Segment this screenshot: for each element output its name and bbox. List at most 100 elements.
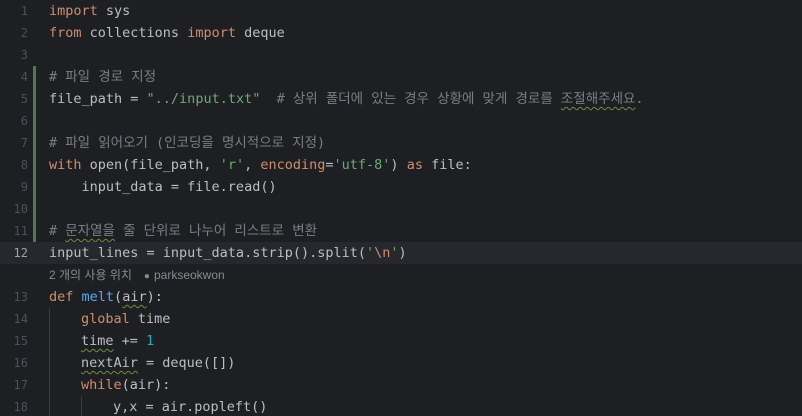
code-token: sys [97, 3, 131, 19]
code-token: deque [235, 25, 285, 41]
comment-text[interactable]: # 파일 경로 지정 [49, 66, 156, 88]
string-token: 'utf-8' [333, 157, 391, 173]
code-line[interactable]: 1 import sys [0, 0, 802, 22]
code-token: time [129, 311, 171, 327]
line-number: 6 [20, 114, 28, 128]
line-number: 14 [13, 312, 28, 326]
comment-token: 줄 단위로 나누어 리스트로 변환 [114, 223, 318, 239]
usage-inlay-hint[interactable]: 2 개의 사용 위치 ● parkseokwon [49, 262, 225, 288]
line-number: 12 [13, 246, 28, 260]
code-token: open(file_path, [81, 157, 220, 173]
function-name-token: melt [81, 289, 115, 305]
code-text[interactable]: time += 1 [81, 330, 154, 352]
code-line[interactable]: 5 file_path = "../input.txt" # 상위 폴더에 있는… [0, 88, 802, 110]
line-number: 17 [13, 378, 28, 392]
code-line[interactable]: 10 [0, 198, 802, 220]
line-number: 5 [20, 92, 28, 106]
comment-token: # 상위 폴더에 있는 경우 상황에 맞게 경로를 [260, 91, 561, 107]
line-number: 13 [13, 290, 28, 304]
code-text[interactable]: nextAir = deque([]) [81, 352, 235, 374]
keyword-token: import [49, 3, 98, 19]
code-line[interactable]: 17 while(air): [0, 374, 802, 396]
typo-underlined-token: 문자열을 [65, 223, 115, 239]
author-name: parkseokwon [153, 268, 225, 282]
variable-token: time [81, 333, 114, 349]
author-hint[interactable]: ● parkseokwon [144, 268, 225, 282]
comment-text[interactable]: # 파일 읽어오기 (인코딩을 명시적으로 지정) [49, 132, 325, 154]
comment-token: . [635, 91, 644, 107]
code-text[interactable]: import sys [49, 0, 130, 22]
code-text[interactable]: global time [81, 308, 170, 330]
code-token: = [325, 157, 334, 173]
param-token: air [122, 289, 147, 305]
usage-count[interactable]: 2 개의 사용 위치 [49, 268, 132, 282]
named-param-token: encoding [260, 157, 326, 173]
line-number: 2 [20, 26, 28, 40]
keyword-token: with [49, 157, 82, 173]
escape-token: \n [374, 245, 391, 261]
string-token: "../input.txt" [146, 91, 261, 107]
comment-text[interactable]: # 문자열을 줄 단위로 나누어 리스트로 변환 [49, 220, 317, 242]
code-token: file: [422, 157, 472, 173]
line-number: 4 [20, 70, 28, 84]
code-token: ) [390, 157, 407, 173]
keyword-token: while [81, 377, 122, 393]
string-token: ' [365, 245, 375, 261]
code-line-current[interactable]: 12 input_lines = input_data.strip().spli… [0, 242, 802, 264]
code-text[interactable]: y,x = air.popleft() [113, 396, 267, 416]
keyword-token: from [49, 25, 82, 41]
code-text[interactable]: input_data = file.read() [49, 176, 277, 198]
code-text[interactable]: from collections import deque [49, 22, 285, 44]
code-editor[interactable]: 1 import sys 2 from collections import d… [0, 0, 802, 416]
code-text[interactable]: while(air): [81, 374, 170, 396]
code-token: ): [146, 289, 163, 305]
string-token: ' [390, 245, 399, 261]
line-number: 9 [20, 180, 28, 194]
code-line[interactable]: 8 with open(file_path, 'r', encoding='ut… [0, 154, 802, 176]
keyword-token: global [81, 311, 130, 327]
line-number: 8 [20, 158, 28, 172]
code-line[interactable]: 3 [0, 44, 802, 66]
code-text[interactable]: file_path = "../input.txt" # 상위 폴더에 있는 경… [49, 88, 644, 110]
code-token: = deque([]) [137, 355, 236, 371]
code-token: file_path = [49, 91, 147, 107]
code-line[interactable]: 2 from collections import deque [0, 22, 802, 44]
code-text[interactable]: with open(file_path, 'r', encoding='utf-… [49, 154, 472, 176]
line-number: 16 [13, 356, 28, 370]
comment-token: # [49, 223, 66, 239]
line-number: 3 [20, 48, 28, 62]
line-number: 18 [13, 400, 28, 414]
code-line[interactable]: 9 input_data = file.read() [0, 176, 802, 198]
line-number: 11 [13, 224, 28, 238]
code-token: ( [114, 289, 123, 305]
code-token: (air): [121, 377, 171, 393]
code-line[interactable]: 16 nextAir = deque([]) [0, 352, 802, 374]
line-number: 1 [20, 4, 28, 18]
code-token: += [113, 333, 147, 349]
code-line[interactable]: 15 time += 1 [0, 330, 802, 352]
code-line[interactable]: 6 [0, 110, 802, 132]
number-token: 1 [146, 333, 155, 349]
string-token: 'r' [219, 157, 245, 173]
code-token: collections [81, 25, 188, 41]
line-number: 15 [13, 334, 28, 348]
code-line[interactable]: 11 # 문자열을 줄 단위로 나누어 리스트로 변환 [0, 220, 802, 242]
code-line[interactable]: 13 def melt(air): [0, 286, 802, 308]
code-line[interactable]: 14 global time [0, 308, 802, 330]
keyword-token: import [187, 25, 236, 41]
code-token: , [244, 157, 261, 173]
typo-underlined-token: 조절해주세요 [560, 91, 636, 107]
line-number: 7 [20, 136, 28, 150]
code-line[interactable]: 7 # 파일 읽어오기 (인코딩을 명시적으로 지정) [0, 132, 802, 154]
code-text[interactable]: def melt(air): [49, 286, 163, 308]
variable-token: nextAir [81, 355, 138, 371]
code-text[interactable]: input_lines = input_data.strip().split('… [49, 242, 407, 264]
code-token: ) [398, 245, 407, 261]
code-line[interactable]: 18 y,x = air.popleft() [0, 396, 802, 416]
code-line[interactable]: 4 # 파일 경로 지정 [0, 66, 802, 88]
keyword-token: def [49, 289, 74, 305]
keyword-token: as [406, 157, 423, 173]
line-number: 10 [13, 202, 28, 216]
code-token: input_lines = input_data.strip().split( [49, 245, 366, 261]
